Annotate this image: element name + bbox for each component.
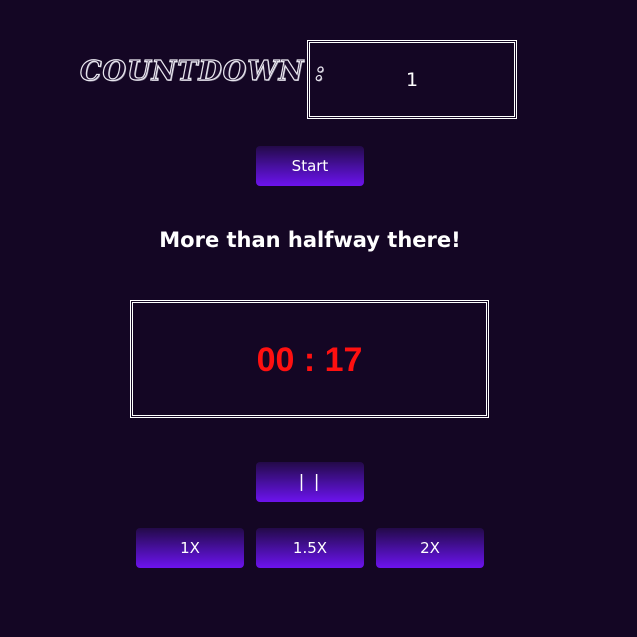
timer-box: 00 : 17 xyxy=(130,300,489,418)
countdown-label: COUNTDOWN : xyxy=(79,55,326,87)
pause-button[interactable]: | | xyxy=(256,462,364,502)
speed-1-5x-button[interactable]: 1.5X xyxy=(256,528,364,568)
timer-display: 00 : 17 xyxy=(256,341,363,379)
speed-1x-button[interactable]: 1X xyxy=(136,528,244,568)
status-message: More than halfway there! xyxy=(159,228,461,252)
speed-2x-button[interactable]: 2X xyxy=(376,528,484,568)
countdown-minutes-input[interactable] xyxy=(307,40,517,119)
start-button[interactable]: Start xyxy=(256,146,364,186)
